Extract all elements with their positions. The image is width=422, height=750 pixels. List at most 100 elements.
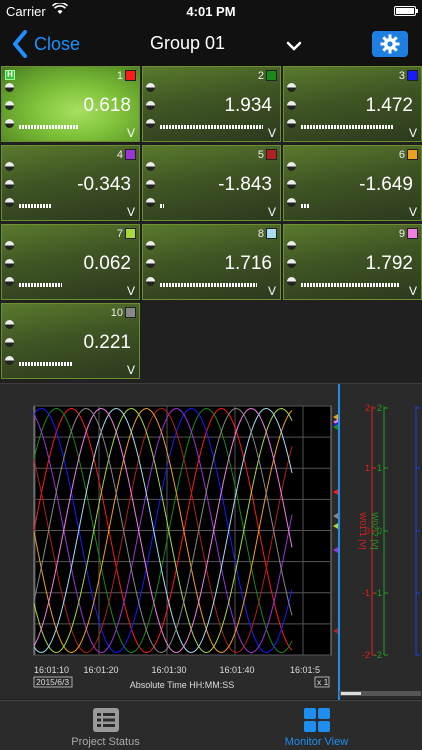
channel-marker-icon [333,628,338,634]
channel-color-swatch [266,149,277,160]
channel-tile[interactable]: 6 -1.649 V [283,145,422,221]
channel-number: 10 [110,307,123,319]
alarm-indicator-icons [5,320,15,376]
scrollbar [341,692,361,695]
scale-tick-label: 2 [365,403,370,413]
close-label: Close [34,33,81,54]
channel-unit: V [267,284,276,298]
scale-tick-label: 2 [377,403,382,413]
channel-unit: V [126,284,135,298]
channel-number: 5 [257,149,264,161]
channel-color-swatch [125,307,136,318]
channel-number: 6 [398,149,405,161]
channel-value: 0.618 [83,95,131,116]
alarm-indicator-icons [146,83,156,139]
channel-value: -1.843 [218,174,272,195]
channel-unit: V [408,205,417,219]
channel-tile[interactable]: 2 1.934 V [142,66,281,142]
channel-tile[interactable]: 3 1.472 V [283,66,422,142]
channel-value: 0.221 [83,332,131,353]
channel-number: 8 [257,228,264,240]
channel-color-swatch [407,228,418,239]
x-axis-label: Absolute Time HH:MM:SS [130,680,235,690]
status-time: 4:01 PM [186,4,236,19]
channel-level-bar [301,125,393,129]
channel-tile[interactable]: 8 1.716 V [142,224,281,300]
channel-value: 1.934 [224,95,272,116]
channel-color-swatch [125,149,136,160]
channel-unit: V [408,284,417,298]
alarm-indicator-icons [287,162,297,218]
alarm-indicator-icons [5,162,15,218]
channel-value: 1.716 [224,253,272,274]
chevron-left-icon [13,30,27,58]
channel-value: 1.472 [365,95,413,116]
alarm-indicator-icons [5,83,15,139]
alarm-indicator-icons [146,162,156,218]
channel-level-bar [301,204,310,208]
channel-tile[interactable]: 5 -1.843 V [142,145,281,221]
channel-tile[interactable]: 10 0.221 V [1,303,140,379]
channel-value: -0.343 [77,174,131,195]
channel-grid: H 1 0.618 V 2 1.934 V 3 1.472 V 4 -0.343 V 5 -1.843 V 6-… [0,66,422,382]
channel-level-bar [160,125,263,129]
channel-value: 1.792 [365,253,413,274]
tab-monitor-view[interactable]: Monitor View [211,701,422,750]
alarm-indicator-icons [287,241,297,297]
scale-label: W01:1 [V] [358,512,368,549]
trend-chart-panel[interactable]: 16:01:10 16:01:20 16:01:30 16:01:40 16:01:5 2… [0,383,422,700]
alarm-indicator-icons [287,83,297,139]
channel-color-swatch [266,228,277,239]
channel-unit: V [126,126,135,140]
scale-tick-label: -1 [374,588,382,598]
zoom-label: x 1 [317,677,329,687]
channel-number: 1 [116,70,123,82]
channel-unit: V [267,205,276,219]
channel-marker-icon [333,513,338,519]
scale-tick-label: -2 [374,650,382,660]
nav-bar: Close Group 01 [0,22,422,66]
channel-level-bar [19,362,73,366]
channel-number: 4 [116,149,123,161]
list-icon [93,708,119,732]
channel-level-bar [19,125,78,129]
date-label: 2015/6/3 [36,677,69,687]
chevron-down-icon[interactable] [286,38,302,56]
channel-tile[interactable]: H 1 0.618 V [1,66,140,142]
x-tick-label: 16:01:5 [290,665,320,675]
tab-project-status[interactable]: Project Status [0,701,211,750]
channel-tile[interactable]: 4 -0.343 V [1,145,140,221]
channel-number: 7 [116,228,123,240]
x-tick-label: 16:01:10 [34,665,69,675]
channel-number: 9 [398,228,405,240]
channel-color-swatch [125,228,136,239]
trend-chart[interactable]: 16:01:10 16:01:20 16:01:30 16:01:40 16:01:5 2… [0,384,422,700]
channel-tile[interactable]: 9 1.792 V [283,224,422,300]
settings-button[interactable] [372,31,408,57]
tab-monitor-view-label: Monitor View [284,736,349,748]
channel-number: 2 [257,70,264,82]
scale-tick-label: -2 [362,650,370,660]
scale-label: W02:2 [V] [370,512,380,549]
tab-bar: Project Status Monitor View [0,700,422,750]
channel-level-bar [301,283,400,287]
channel-marker-icon [333,547,338,553]
scale-tick-label: 1 [365,463,370,473]
channel-color-swatch [266,70,277,81]
channel-color-swatch [125,70,136,81]
status-bar: Carrier 4:01 PM [0,0,422,22]
gear-icon [380,34,400,54]
battery-icon [394,6,418,16]
channel-level-bar [160,204,164,208]
channel-color-swatch [407,149,418,160]
channel-marker-icon [333,414,338,420]
channel-tile[interactable]: 7 0.062 V [1,224,140,300]
x-tick-label: 16:01:30 [151,665,186,675]
alarm-indicator-icons [146,241,156,297]
channel-color-swatch [407,70,418,81]
x-tick-label: 16:01:40 [219,665,254,675]
channel-value: -1.649 [359,174,413,195]
channel-number: 3 [398,70,405,82]
close-button[interactable]: Close [12,28,80,60]
group-title[interactable]: Group 01 [150,33,225,54]
